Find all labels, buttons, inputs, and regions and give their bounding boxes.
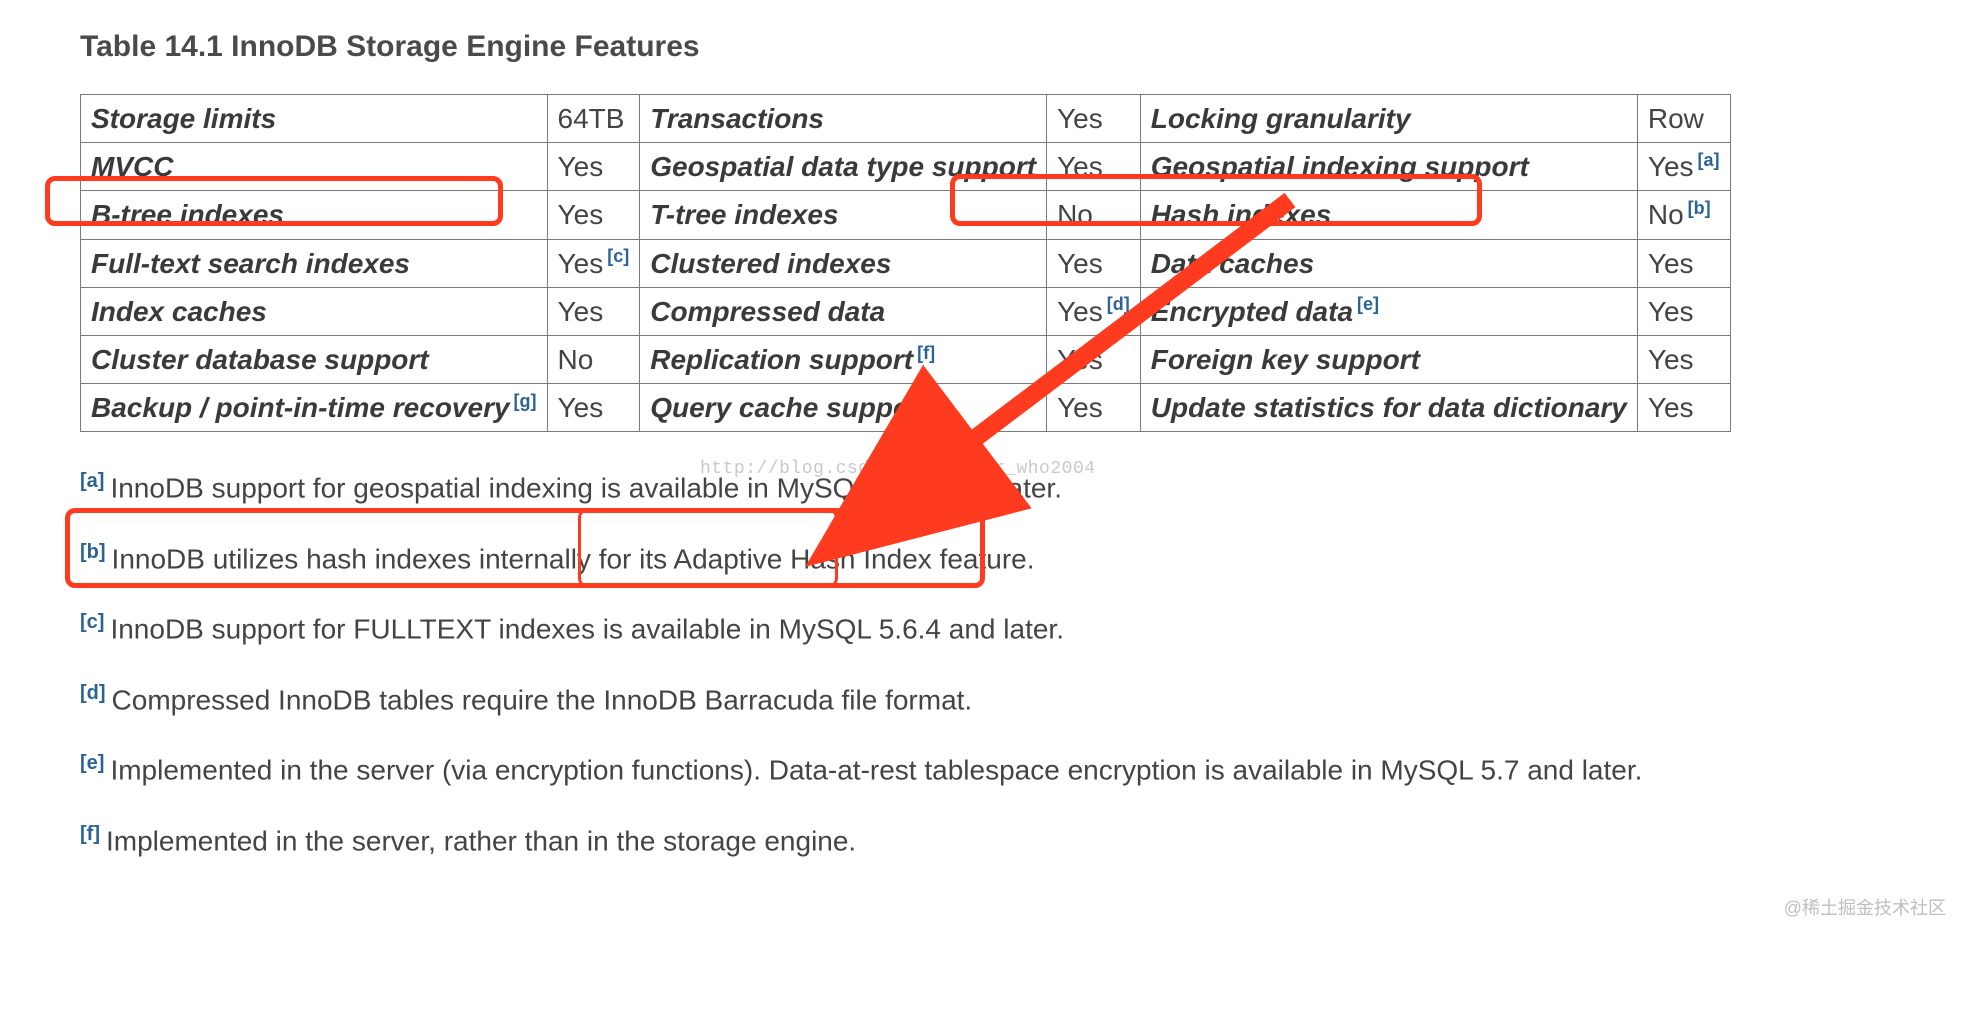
feature-value: Yes[a]: [1637, 143, 1730, 191]
feature-name: Storage limits: [81, 95, 548, 143]
feature-name: Clustered indexes: [640, 239, 1047, 287]
value-text: Yes: [558, 248, 604, 279]
table-row: Backup / point-in-time recovery[g] Yes Q…: [81, 384, 1731, 432]
footnote-ref[interactable]: [g]: [510, 391, 537, 411]
feature-value: Yes: [1047, 239, 1141, 287]
feature-value: Yes[d]: [1047, 287, 1141, 335]
footnote-mark[interactable]: [e]: [80, 752, 104, 774]
footnote-f: [f] Implemented in the server, rather tha…: [80, 820, 1882, 861]
feature-name-btree: B-tree indexes: [81, 191, 548, 239]
feature-name: MVCC: [81, 143, 548, 191]
feature-name: Replication support[f]: [640, 335, 1047, 383]
footnote-mark[interactable]: [b]: [80, 541, 106, 563]
name-text: Replication support: [650, 344, 913, 375]
footnote-mark[interactable]: [a]: [80, 470, 104, 492]
footnote-d: [d] Compressed InnoDB tables require the …: [80, 679, 1882, 720]
feature-value: Yes: [547, 384, 640, 432]
feature-name: T-tree indexes: [640, 191, 1047, 239]
watermark-corner: @稀土掘金技术社区: [1784, 894, 1946, 920]
name-text: Backup / point-in-time recovery: [91, 392, 510, 423]
feature-value: Yes: [1637, 239, 1730, 287]
feature-value: Yes: [547, 287, 640, 335]
footnote-text: InnoDB support for FULLTEXT indexes is a…: [110, 614, 1064, 645]
name-text: Encrypted data: [1151, 296, 1353, 327]
value-text: Yes: [1648, 151, 1694, 182]
feature-name: Query cache support: [640, 384, 1047, 432]
feature-value: Yes: [1047, 384, 1141, 432]
feature-name: Encrypted data[e]: [1140, 287, 1637, 335]
footnote-c: [c] InnoDB support for FULLTEXT indexes i…: [80, 608, 1882, 649]
footnote-ref[interactable]: [b]: [1684, 198, 1711, 218]
footnotes-block: [a] InnoDB support for geospatial indexin…: [80, 467, 1882, 860]
feature-value: No: [1047, 191, 1141, 239]
feature-value: Yes: [547, 143, 640, 191]
feature-value: Row: [1637, 95, 1730, 143]
feature-value: No: [547, 335, 640, 383]
feature-name: Geospatial data type support: [640, 143, 1047, 191]
feature-value-hash: No[b]: [1637, 191, 1730, 239]
table-row: Full-text search indexes Yes[c] Clustere…: [81, 239, 1731, 287]
footnote-ref[interactable]: [e]: [1353, 294, 1379, 314]
feature-value: Yes: [1637, 287, 1730, 335]
table-row: MVCC Yes Geospatial data type support Ye…: [81, 143, 1731, 191]
feature-value: Yes: [1637, 335, 1730, 383]
value-text: No: [1648, 199, 1684, 230]
feature-name: Update statistics for data dictionary: [1140, 384, 1637, 432]
table-row: B-tree indexes Yes T-tree indexes No Has…: [81, 191, 1731, 239]
feature-value: 64TB: [547, 95, 640, 143]
footnote-text: Implemented in the server, rather than i…: [106, 825, 856, 856]
page-root: Table 14.1 InnoDB Storage Engine Feature…: [0, 0, 1962, 930]
feature-value-btree: Yes: [547, 191, 640, 239]
footnote-ref[interactable]: [c]: [603, 246, 629, 266]
feature-name: Compressed data: [640, 287, 1047, 335]
footnote-mark[interactable]: [f]: [80, 823, 100, 845]
footnote-ref[interactable]: [d]: [1103, 294, 1130, 314]
feature-value: Yes: [1637, 384, 1730, 432]
footnote-ref[interactable]: [f]: [913, 343, 935, 363]
value-text: Yes: [1057, 296, 1103, 327]
footnote-text: InnoDB support for geospatial indexing i…: [110, 473, 1062, 504]
feature-name: Locking granularity: [1140, 95, 1637, 143]
feature-value: Yes: [1047, 95, 1141, 143]
footnote-a: [a] InnoDB support for geospatial indexin…: [80, 467, 1882, 508]
footnote-mark[interactable]: [d]: [80, 682, 106, 704]
features-table: Storage limits 64TB Transactions Yes Loc…: [80, 94, 1731, 432]
feature-name: Index caches: [81, 287, 548, 335]
table-title: Table 14.1 InnoDB Storage Engine Feature…: [80, 30, 1882, 64]
footnote-b: [b] InnoDB utilizes hash indexes internal…: [80, 538, 1882, 579]
table-row: Cluster database support No Replication …: [81, 335, 1731, 383]
footnote-text: Compressed InnoDB tables require the Inn…: [112, 684, 973, 715]
table-row: Storage limits 64TB Transactions Yes Loc…: [81, 95, 1731, 143]
footnote-ref[interactable]: [a]: [1694, 150, 1720, 170]
feature-value: Yes: [1047, 143, 1141, 191]
feature-name-hash: Hash indexes: [1140, 191, 1637, 239]
feature-name: Data caches: [1140, 239, 1637, 287]
table-wrapper: Storage limits 64TB Transactions Yes Loc…: [80, 94, 1731, 432]
feature-name: Transactions: [640, 95, 1047, 143]
table-row: Index caches Yes Compressed data Yes[d] …: [81, 287, 1731, 335]
feature-name: Foreign key support: [1140, 335, 1637, 383]
feature-name: Cluster database support: [81, 335, 548, 383]
feature-value: Yes: [1047, 335, 1141, 383]
footnote-mark[interactable]: [c]: [80, 611, 104, 633]
footnote-text: InnoDB utilizes hash indexes internally …: [112, 543, 1035, 574]
feature-value: Yes[c]: [547, 239, 640, 287]
feature-name: Backup / point-in-time recovery[g]: [81, 384, 548, 432]
feature-name: Geospatial indexing support: [1140, 143, 1637, 191]
feature-name: Full-text search indexes: [81, 239, 548, 287]
footnote-text: Implemented in the server (via encryptio…: [110, 755, 1642, 786]
footnote-e: [e] Implemented in the server (via encryp…: [80, 749, 1882, 790]
